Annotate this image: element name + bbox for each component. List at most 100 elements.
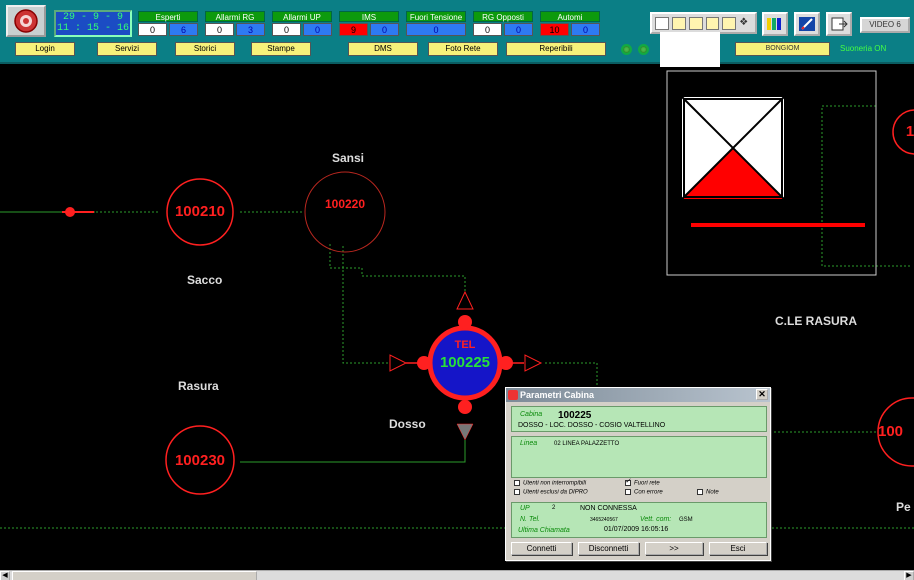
area-label-pe: Pe [896,500,911,514]
counter-title: Allarmi RG [205,11,265,22]
linea-value: 02 LINEA PALAZZETTO [554,441,620,447]
transformer-symbol[interactable] [666,70,877,276]
exit-icon[interactable] [826,12,852,36]
option-note[interactable]: Note [697,489,719,496]
vett-value: GSM [679,517,693,523]
node-label-100210: 100210 [174,203,226,220]
checkbox[interactable] [514,480,520,486]
counter-rg-opposti[interactable]: RG Opposti 00 [473,11,533,37]
node-label-edge-mid: 100 [878,423,904,440]
status-led [621,44,632,55]
arrow-right-icon [524,354,543,372]
vett-label: Vett. com: [640,516,672,523]
tool-button[interactable] [655,16,669,30]
counter-value: 0 [272,23,301,36]
counter-value: 0 [473,23,502,36]
nav-dms[interactable]: DMS [348,42,418,56]
line-segment [329,244,466,291]
line-segment [342,246,388,364]
nav-foto-rete[interactable]: Foto Rete [428,42,498,56]
filter-icon[interactable]: ❖ [739,17,752,30]
scroll-thumb[interactable] [12,571,257,580]
up-status: NON CONNESSA [580,505,637,512]
area-label-dosso: Dosso [389,417,426,431]
counter-esperti[interactable]: Esperti 06 [138,11,198,37]
nav-stampe[interactable]: Stampe [251,42,311,56]
status-led [638,44,649,55]
counter-value: 0 [406,23,466,36]
up-value: 2 [552,505,556,511]
ntel-value: 3465240567 [590,517,618,523]
cabina-panel: Cabina 100225 DOSSO - LOC. DOSSO - COSIO… [511,406,767,432]
app-icon [508,390,518,400]
status-panel [660,32,720,67]
terminal-dot [458,400,472,414]
ultima-value: 01/07/2009 16:05:16 [604,526,669,533]
cabina-description: DOSSO - LOC. DOSSO - COSIO VALTELLINO [518,422,666,429]
counter-allarmi-up[interactable]: Allarmi UP 00 [272,11,332,37]
tool-button[interactable] [688,16,703,30]
tel-label: TEL [454,339,476,351]
option-fuori-rete[interactable]: Fuori rete [625,477,660,487]
scroll-right-icon[interactable]: ▶ [904,571,914,580]
arrow-down-icon [456,423,474,441]
counter-ims[interactable]: IMS 90 [339,11,399,37]
connetti-button[interactable]: Connetti [511,542,572,555]
ntel-label: N. Tel. [520,516,540,523]
disconnetti-button[interactable]: Disconnetti [578,542,639,555]
checkbox[interactable] [514,489,520,495]
linea-label: Linea [520,440,538,447]
node-label-100230: 100230 [174,452,226,469]
option-utenti-esclusi[interactable]: Utenti esclusi da DIPRO [514,489,588,496]
nav-servizi[interactable]: Servizi [97,42,157,56]
checkbox[interactable] [625,489,631,495]
tool-button[interactable] [722,16,737,30]
counter-title: Fuori Tensione [406,11,466,22]
line-segment [545,362,598,386]
esci-button[interactable]: Esci [709,542,767,555]
next-button[interactable]: >> [645,542,703,555]
pen-icon[interactable] [794,12,820,36]
terminal-dot [417,356,431,370]
clock-date: 29 - 9 - 9 [62,12,123,23]
dialog-titlebar[interactable]: Parametri Cabina ✕ [506,388,770,402]
parametri-cabina-dialog[interactable]: Parametri Cabina ✕ Cabina 100225 DOSSO -… [505,387,771,561]
option-con-errore[interactable]: Con errore [625,489,663,496]
checkbox[interactable] [625,477,631,486]
counter-fuori-tensione[interactable]: Fuori Tensione 0 [406,11,466,37]
scroll-left-icon[interactable]: ◀ [0,571,10,580]
company-logo [6,5,46,37]
clock-display: 29 - 9 - 9 11 : 15 - 16 [54,10,132,37]
network-map[interactable]: Sansi Sacco Rasura Dosso C.LE RASURA Pe … [0,66,914,570]
tool-button[interactable] [671,16,686,30]
suoneria-status[interactable]: Suoneria ON [840,44,886,53]
checkbox[interactable] [697,489,703,495]
terminal-dot [458,315,472,329]
horizontal-scrollbar[interactable]: ◀ ▶ [0,570,914,580]
arrow-right-icon [389,354,408,372]
switch-dot[interactable] [65,207,75,217]
counter-value: 9 [339,23,368,36]
video-button[interactable]: VIDEO 6 [860,17,910,33]
line-segment [240,440,466,463]
counter-automi[interactable]: Automi 10 0 [540,11,600,37]
node-100220[interactable] [304,171,386,253]
nav-storici[interactable]: Storici [175,42,235,56]
cabina-id: 100225 [558,410,592,421]
ultima-label: Ultima Chiamata [518,527,570,534]
tool-button[interactable] [705,16,720,30]
close-button[interactable]: ✕ [756,389,768,400]
counter-value: 0 [303,23,332,36]
counter-title: Esperti [138,11,198,22]
color-bars-icon[interactable] [762,12,788,36]
arrow-up-icon [456,290,474,310]
up-label: UP [520,505,530,512]
counter-allarmi-rg[interactable]: Allarmi RG 03 [205,11,265,37]
option-utenti-non-interrompibili[interactable]: Utenti non interrompibili [514,480,586,487]
nav-login[interactable]: Login [15,42,75,56]
nav-reperibili[interactable]: Reperibili [506,42,606,56]
cabina-label: Cabina [520,411,543,418]
terminal-dot [499,356,513,370]
area-label-rasura: Rasura [178,379,219,393]
top-toolbar: 29 - 9 - 9 11 : 15 - 16 Esperti 06 Allar… [0,0,914,67]
